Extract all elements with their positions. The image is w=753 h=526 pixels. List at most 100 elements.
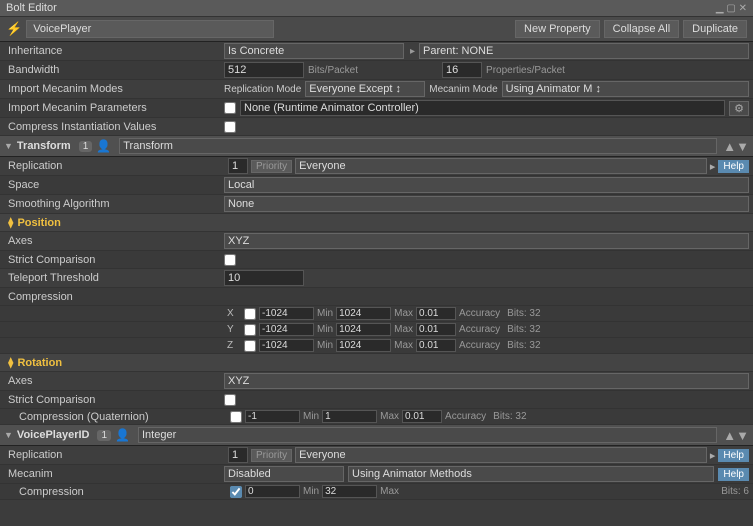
everyone-dropdown[interactable]: Everyone [295, 158, 707, 174]
y-bits-label: Bits: 32 [507, 324, 540, 335]
space-label: Space [4, 179, 224, 191]
voiceplayerid-mecanim-dropdown[interactable]: Disabled [224, 466, 344, 482]
z-label: Z [227, 340, 241, 351]
compression-label: Compression [4, 291, 224, 303]
properties-packet-label: Properties/Packet [486, 65, 565, 76]
smoothing-dropdown[interactable]: None [224, 196, 749, 212]
z-max-label: Max [394, 340, 413, 351]
asset-name-input[interactable] [26, 20, 273, 38]
replication-label: Replication [4, 160, 224, 172]
vp-min-label: Min [303, 486, 319, 497]
mecanim-mode-dropdown[interactable]: Using Animator M ↕ [502, 81, 749, 97]
rotation-strict-checkbox[interactable] [224, 394, 236, 406]
x-accuracy-input[interactable] [416, 307, 456, 320]
rot-max-label: Max [380, 411, 399, 422]
voiceplayerid-connector-dropdown[interactable]: Integer [138, 427, 717, 443]
inheritance-dropdown[interactable]: Is Concrete [224, 43, 404, 59]
rot-max-input[interactable] [322, 410, 377, 423]
rotation-axes-dropdown[interactable]: XYZ [224, 373, 749, 389]
parent-dropdown[interactable]: Parent: NONE [419, 43, 749, 59]
main-content: Inheritance Is Concrete ▸ Parent: NONE B… [0, 42, 753, 526]
rot-min-input[interactable] [245, 410, 300, 423]
title-bar: Bolt Editor ▁ ▢ ✕ [0, 0, 753, 17]
vp-comp-value[interactable] [245, 485, 300, 498]
transform-connector-dropdown[interactable]: Transform [119, 138, 717, 154]
using-animator-dropdown[interactable]: Using Animator Methods [348, 466, 714, 482]
y-label: Y [227, 324, 241, 335]
voiceplayerid-everyone-dropdown[interactable]: Everyone [295, 447, 707, 463]
compress-checkbox[interactable] [224, 121, 236, 133]
x-checkbox[interactable] [244, 308, 256, 320]
rotation-axes-row: Axes XYZ [0, 372, 753, 391]
y-min-input[interactable] [259, 323, 314, 336]
settings-icon[interactable]: ⚙ [729, 101, 749, 116]
bandwidth-input[interactable] [224, 62, 304, 78]
transform-number: 1 [79, 141, 93, 152]
collapse-all-button[interactable]: Collapse All [604, 20, 679, 38]
teleport-row: Teleport Threshold [0, 269, 753, 288]
priority-badge: Priority [251, 160, 292, 173]
teleport-label: Teleport Threshold [4, 272, 224, 284]
space-dropdown[interactable]: Local [224, 177, 749, 193]
y-max-input[interactable] [336, 323, 391, 336]
voiceplayerid-section-header[interactable]: ▼ VoicePlayerID 1 👤 Integer ▲▼ [0, 425, 753, 446]
z-min-input[interactable] [259, 339, 314, 352]
vp-max-value[interactable] [322, 485, 377, 498]
bits-packet-input[interactable] [442, 62, 482, 78]
transform-chevron: ▼ [4, 141, 13, 151]
replication-mode-dropdown[interactable]: Everyone Except ↕ [305, 81, 425, 97]
bandwidth-row: Bandwidth Bits/Packet Properties/Packet [0, 61, 753, 80]
replication-num-input[interactable] [228, 158, 248, 174]
strict-comparison-label: Strict Comparison [4, 254, 224, 266]
z-max-input[interactable] [336, 339, 391, 352]
title-label: Bolt Editor [6, 2, 57, 14]
rotation-comp-checkbox[interactable] [230, 411, 242, 423]
none-runtime-checkbox[interactable] [224, 102, 236, 114]
y-checkbox[interactable] [244, 324, 256, 336]
new-property-button[interactable]: New Property [515, 20, 600, 38]
voiceplayerid-number: 1 [97, 430, 111, 441]
transform-help-button[interactable]: Help [718, 160, 749, 173]
transform-menu-icon[interactable]: ▲▼ [723, 139, 749, 154]
x-min-input[interactable] [259, 307, 314, 320]
replication-row: Replication Priority Everyone ▸ Help [0, 157, 753, 176]
duplicate-button[interactable]: Duplicate [683, 20, 747, 38]
z-bits-label: Bits: 32 [507, 340, 540, 351]
x-max-label: Max [394, 308, 413, 319]
rotation-compression-row: Compression (Quaternion) Min Max Accurac… [0, 409, 753, 425]
z-checkbox[interactable] [244, 340, 256, 352]
axes-dropdown[interactable]: XYZ [224, 233, 749, 249]
none-runtime-input[interactable] [240, 100, 725, 116]
inheritance-label: Inheritance [4, 45, 224, 57]
z-accuracy-input[interactable] [416, 339, 456, 352]
bits-packet-label: Bits/Packet [308, 65, 358, 76]
strict-comparison-checkbox[interactable] [224, 254, 236, 266]
rot-accuracy-input[interactable] [402, 410, 442, 423]
voiceplayerid-comp-checkbox[interactable] [230, 486, 242, 498]
voiceplayerid-help-button[interactable]: Help [718, 449, 749, 462]
voiceplayerid-expand-icon: ▸ [710, 449, 716, 462]
smoothing-row: Smoothing Algorithm None [0, 195, 753, 214]
expand-icon: ▸ [710, 160, 716, 173]
position-icon: ⧫ [8, 216, 13, 229]
x-axis-row: X Min Max Accuracy Bits: 32 [0, 306, 753, 322]
y-accuracy-input[interactable] [416, 323, 456, 336]
voiceplayerid-compression-label: Compression [15, 486, 227, 498]
voiceplayerid-menu-icon[interactable]: ▲▼ [723, 428, 749, 443]
teleport-input[interactable] [224, 270, 304, 286]
voiceplayerid-rep-num[interactable] [228, 447, 248, 463]
transform-title: Transform [17, 140, 71, 152]
x-max-input[interactable] [336, 307, 391, 320]
replication-mode-label: Replication Mode [224, 84, 301, 95]
x-bits-label: Bits: 32 [507, 308, 540, 319]
transform-section-header[interactable]: ▼ Transform 1 👤 Transform ▲▼ [0, 136, 753, 157]
y-min-label: Min [317, 324, 333, 335]
smoothing-label: Smoothing Algorithm [4, 198, 224, 210]
voiceplayerid-mecanim-help-button[interactable]: Help [718, 468, 749, 481]
rotation-header: ⧫ Rotation [0, 354, 753, 372]
rot-accuracy-label: Accuracy [445, 411, 486, 422]
voiceplayerid-mecanim-row: Mecanim Disabled Using Animator Methods … [0, 465, 753, 484]
rot-bits-label: Bits: 32 [493, 411, 526, 422]
rotation-strict-row: Strict Comparison [0, 391, 753, 409]
axes-label: Axes [4, 235, 224, 247]
